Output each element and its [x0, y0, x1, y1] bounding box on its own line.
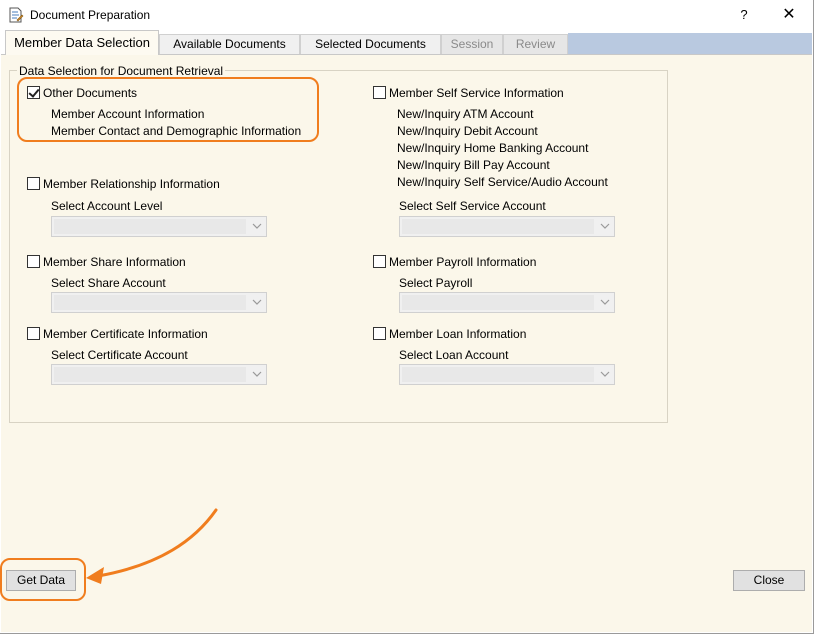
chevron-down-icon [600, 223, 610, 229]
tab-member-data-selection[interactable]: Member Data Selection [5, 30, 159, 55]
share-checkbox[interactable] [27, 255, 40, 268]
certificate-checkbox[interactable] [27, 327, 40, 340]
select-certificate-account-label: Select Certificate Account [51, 348, 188, 362]
certificate-account-dropdown[interactable] [51, 364, 267, 385]
share-account-dropdown[interactable] [51, 292, 267, 313]
account-level-dropdown[interactable] [51, 216, 267, 237]
loan-checkbox[interactable] [373, 327, 386, 340]
tab-review[interactable]: Review [503, 34, 568, 54]
loan-account-dropdown[interactable] [399, 364, 615, 385]
get-data-highlight [0, 558, 86, 601]
window-close-button[interactable]: ✕ [766, 0, 812, 30]
relationship-label: Member Relationship Information [43, 177, 220, 191]
help-button[interactable]: ? [724, 0, 764, 30]
select-loan-account-label: Select Loan Account [399, 348, 509, 362]
tab-session[interactable]: Session [441, 34, 503, 54]
self-service-checkbox-row[interactable]: Member Self Service Information [373, 86, 564, 102]
loan-checkbox-row[interactable]: Member Loan Information [373, 327, 526, 343]
tab-available-documents[interactable]: Available Documents [159, 34, 300, 54]
annotation-arrow-icon [86, 508, 218, 584]
groupbox-title: Data Selection for Document Retrieval [17, 64, 226, 78]
certificate-checkbox-row[interactable]: Member Certificate Information [27, 327, 208, 343]
tab-strip-accent [568, 33, 812, 54]
self-service-account-value [402, 219, 594, 234]
document-preparation-window: Document Preparation ? ✕ Member Data Sel… [0, 0, 814, 634]
loan-label: Member Loan Information [389, 327, 527, 341]
tab-selected-documents[interactable]: Selected Documents [300, 34, 441, 54]
self-service-item-home-banking: New/Inquiry Home Banking Account [397, 141, 589, 155]
self-service-item-debit: New/Inquiry Debit Account [397, 124, 538, 138]
share-label: Member Share Information [43, 255, 186, 269]
chevron-down-icon [252, 299, 262, 305]
relationship-checkbox-row[interactable]: Member Relationship Information [27, 177, 220, 193]
select-payroll-label: Select Payroll [399, 276, 473, 290]
chevron-down-icon [600, 371, 610, 377]
chevron-down-icon [252, 223, 262, 229]
certificate-account-value [54, 367, 246, 382]
relationship-checkbox[interactable] [27, 177, 40, 190]
share-checkbox-row[interactable]: Member Share Information [27, 255, 186, 271]
payroll-dropdown[interactable] [399, 292, 615, 313]
self-service-item-bill-pay: New/Inquiry Bill Pay Account [397, 158, 550, 172]
select-account-level-label: Select Account Level [51, 199, 163, 213]
self-service-label: Member Self Service Information [389, 86, 564, 100]
payroll-label: Member Payroll Information [389, 255, 537, 269]
loan-account-value [402, 367, 594, 382]
close-button[interactable]: Close [733, 570, 805, 591]
share-account-value [54, 295, 246, 310]
self-service-checkbox[interactable] [373, 86, 386, 99]
other-documents-highlight [17, 77, 319, 142]
document-edit-icon [9, 7, 24, 23]
self-service-account-dropdown[interactable] [399, 216, 615, 237]
certificate-label: Member Certificate Information [43, 327, 208, 341]
chevron-down-icon [252, 371, 262, 377]
self-service-item-audio: New/Inquiry Self Service/Audio Account [397, 175, 608, 189]
window-title: Document Preparation [30, 8, 151, 22]
payroll-checkbox[interactable] [373, 255, 386, 268]
self-service-item-atm: New/Inquiry ATM Account [397, 107, 534, 121]
account-level-value [54, 219, 246, 234]
select-self-service-account-label: Select Self Service Account [399, 199, 546, 213]
title-bar: Document Preparation ? ✕ [0, 0, 813, 30]
chevron-down-icon [600, 299, 610, 305]
select-share-account-label: Select Share Account [51, 276, 166, 290]
payroll-checkbox-row[interactable]: Member Payroll Information [373, 255, 536, 271]
payroll-value [402, 295, 594, 310]
